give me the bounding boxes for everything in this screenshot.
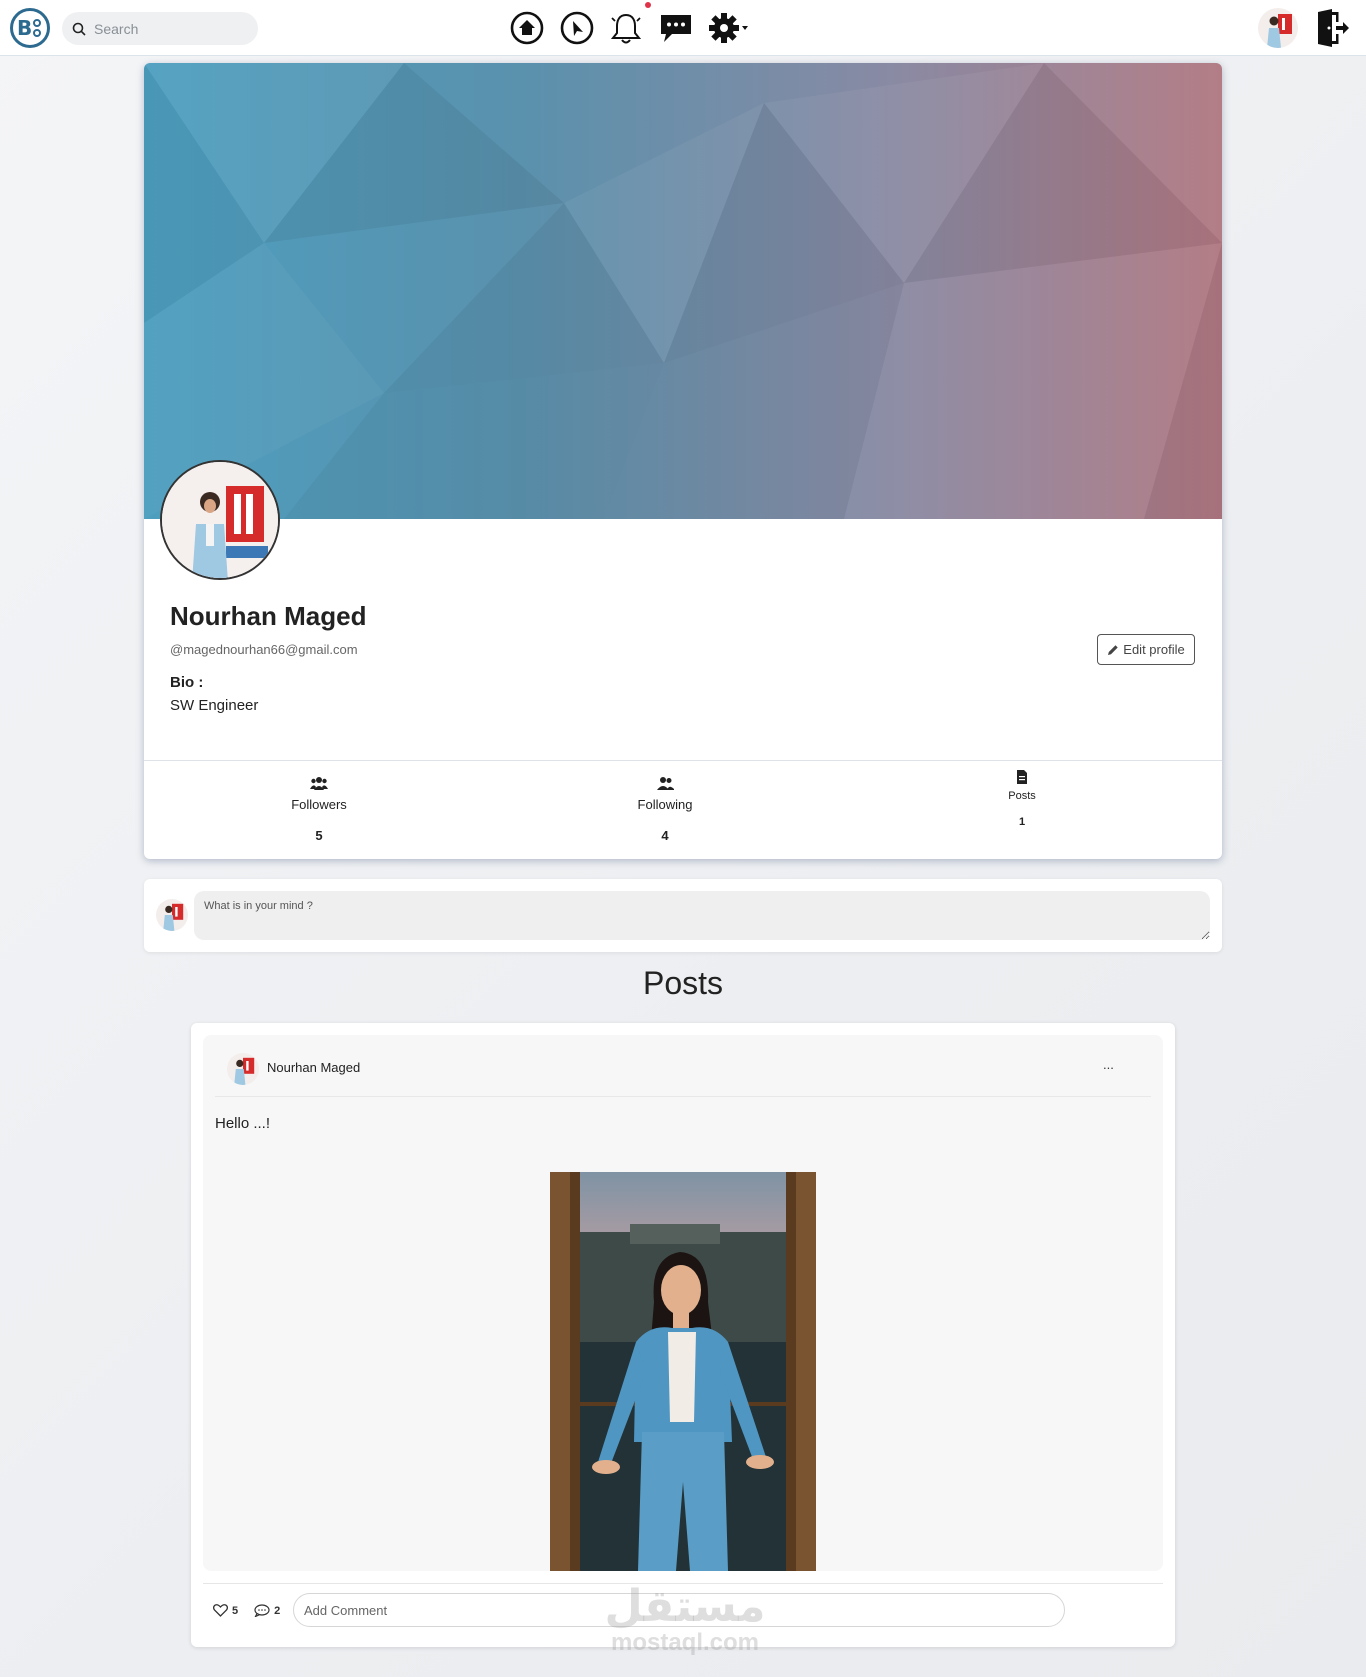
posts-count: 1 <box>1018 816 1026 828</box>
post-body: Nourhan Maged ... Hello ...! <box>203 1035 1163 1571</box>
post-header-divider <box>215 1096 1151 1097</box>
document-icon <box>1017 770 1027 784</box>
nav-avatar[interactable] <box>1258 8 1298 48</box>
logout-icon[interactable] <box>1314 8 1350 48</box>
post-footer-divider <box>203 1583 1163 1584</box>
home-icon[interactable] <box>507 8 547 48</box>
like-count: 5 <box>232 1604 239 1617</box>
post-options-button[interactable]: ... <box>1103 1057 1114 1072</box>
notifications-bell-icon[interactable] <box>606 2 651 48</box>
post-composer <box>144 879 1222 952</box>
logo-icon[interactable]: B <box>10 8 50 48</box>
posts-stat[interactable]: Posts 1 <box>962 770 1082 828</box>
edit-profile-label: Edit profile <box>1123 642 1185 657</box>
composer-input[interactable] <box>194 891 1210 940</box>
composer-avatar <box>156 899 188 931</box>
search-input[interactable] <box>94 20 244 37</box>
following-stat[interactable]: Following 4 <box>605 776 725 843</box>
comment-count: 2 <box>274 1604 281 1617</box>
post-actions: 5 2 <box>213 1604 280 1617</box>
profile-avatar[interactable] <box>160 460 280 580</box>
followers-stat[interactable]: Followers 5 <box>259 776 379 843</box>
followers-count: 5 <box>315 828 323 843</box>
post-author-avatar[interactable] <box>227 1053 259 1085</box>
profile-card: Nourhan Maged @magednourhan66@gmail.com … <box>144 63 1222 859</box>
search-box[interactable] <box>62 12 258 45</box>
bio-label: Bio : <box>170 674 204 691</box>
followers-label: Followers <box>291 797 347 812</box>
notification-dot <box>645 2 651 8</box>
post-author-name[interactable]: Nourhan Maged <box>267 1060 360 1075</box>
profile-name: Nourhan Maged <box>170 601 367 631</box>
users-icon <box>310 777 328 790</box>
cover-image <box>144 63 1222 519</box>
post-card: Nourhan Maged ... Hello ...! 5 2 Add Com… <box>191 1023 1175 1647</box>
top-navbar: B <box>0 0 1366 56</box>
post-text: Hello ...! <box>215 1115 271 1132</box>
edit-profile-button[interactable]: Edit profile <box>1097 634 1195 665</box>
posts-heading: Posts <box>642 965 724 1001</box>
like-button[interactable]: 5 <box>213 1604 238 1617</box>
posts-label: Posts <box>1008 790 1036 802</box>
profile-email: @magednourhan66@gmail.com <box>170 642 358 657</box>
svg-text:B: B <box>17 16 32 40</box>
post-image[interactable] <box>550 1172 816 1571</box>
following-label: Following <box>637 797 693 812</box>
bio-text: SW Engineer <box>170 697 259 714</box>
messages-icon[interactable] <box>656 8 696 48</box>
search-icon <box>72 22 86 36</box>
explore-icon[interactable] <box>557 8 597 48</box>
add-comment-input[interactable] <box>293 1593 1065 1627</box>
heart-icon <box>213 1604 228 1617</box>
settings-gear-icon[interactable] <box>704 8 754 48</box>
comment-icon <box>254 1604 270 1617</box>
user-friends-icon <box>657 777 674 790</box>
stats-divider <box>144 760 1222 761</box>
pencil-icon <box>1108 644 1118 655</box>
comment-button[interactable]: 2 <box>254 1604 280 1617</box>
following-count: 4 <box>661 828 669 843</box>
